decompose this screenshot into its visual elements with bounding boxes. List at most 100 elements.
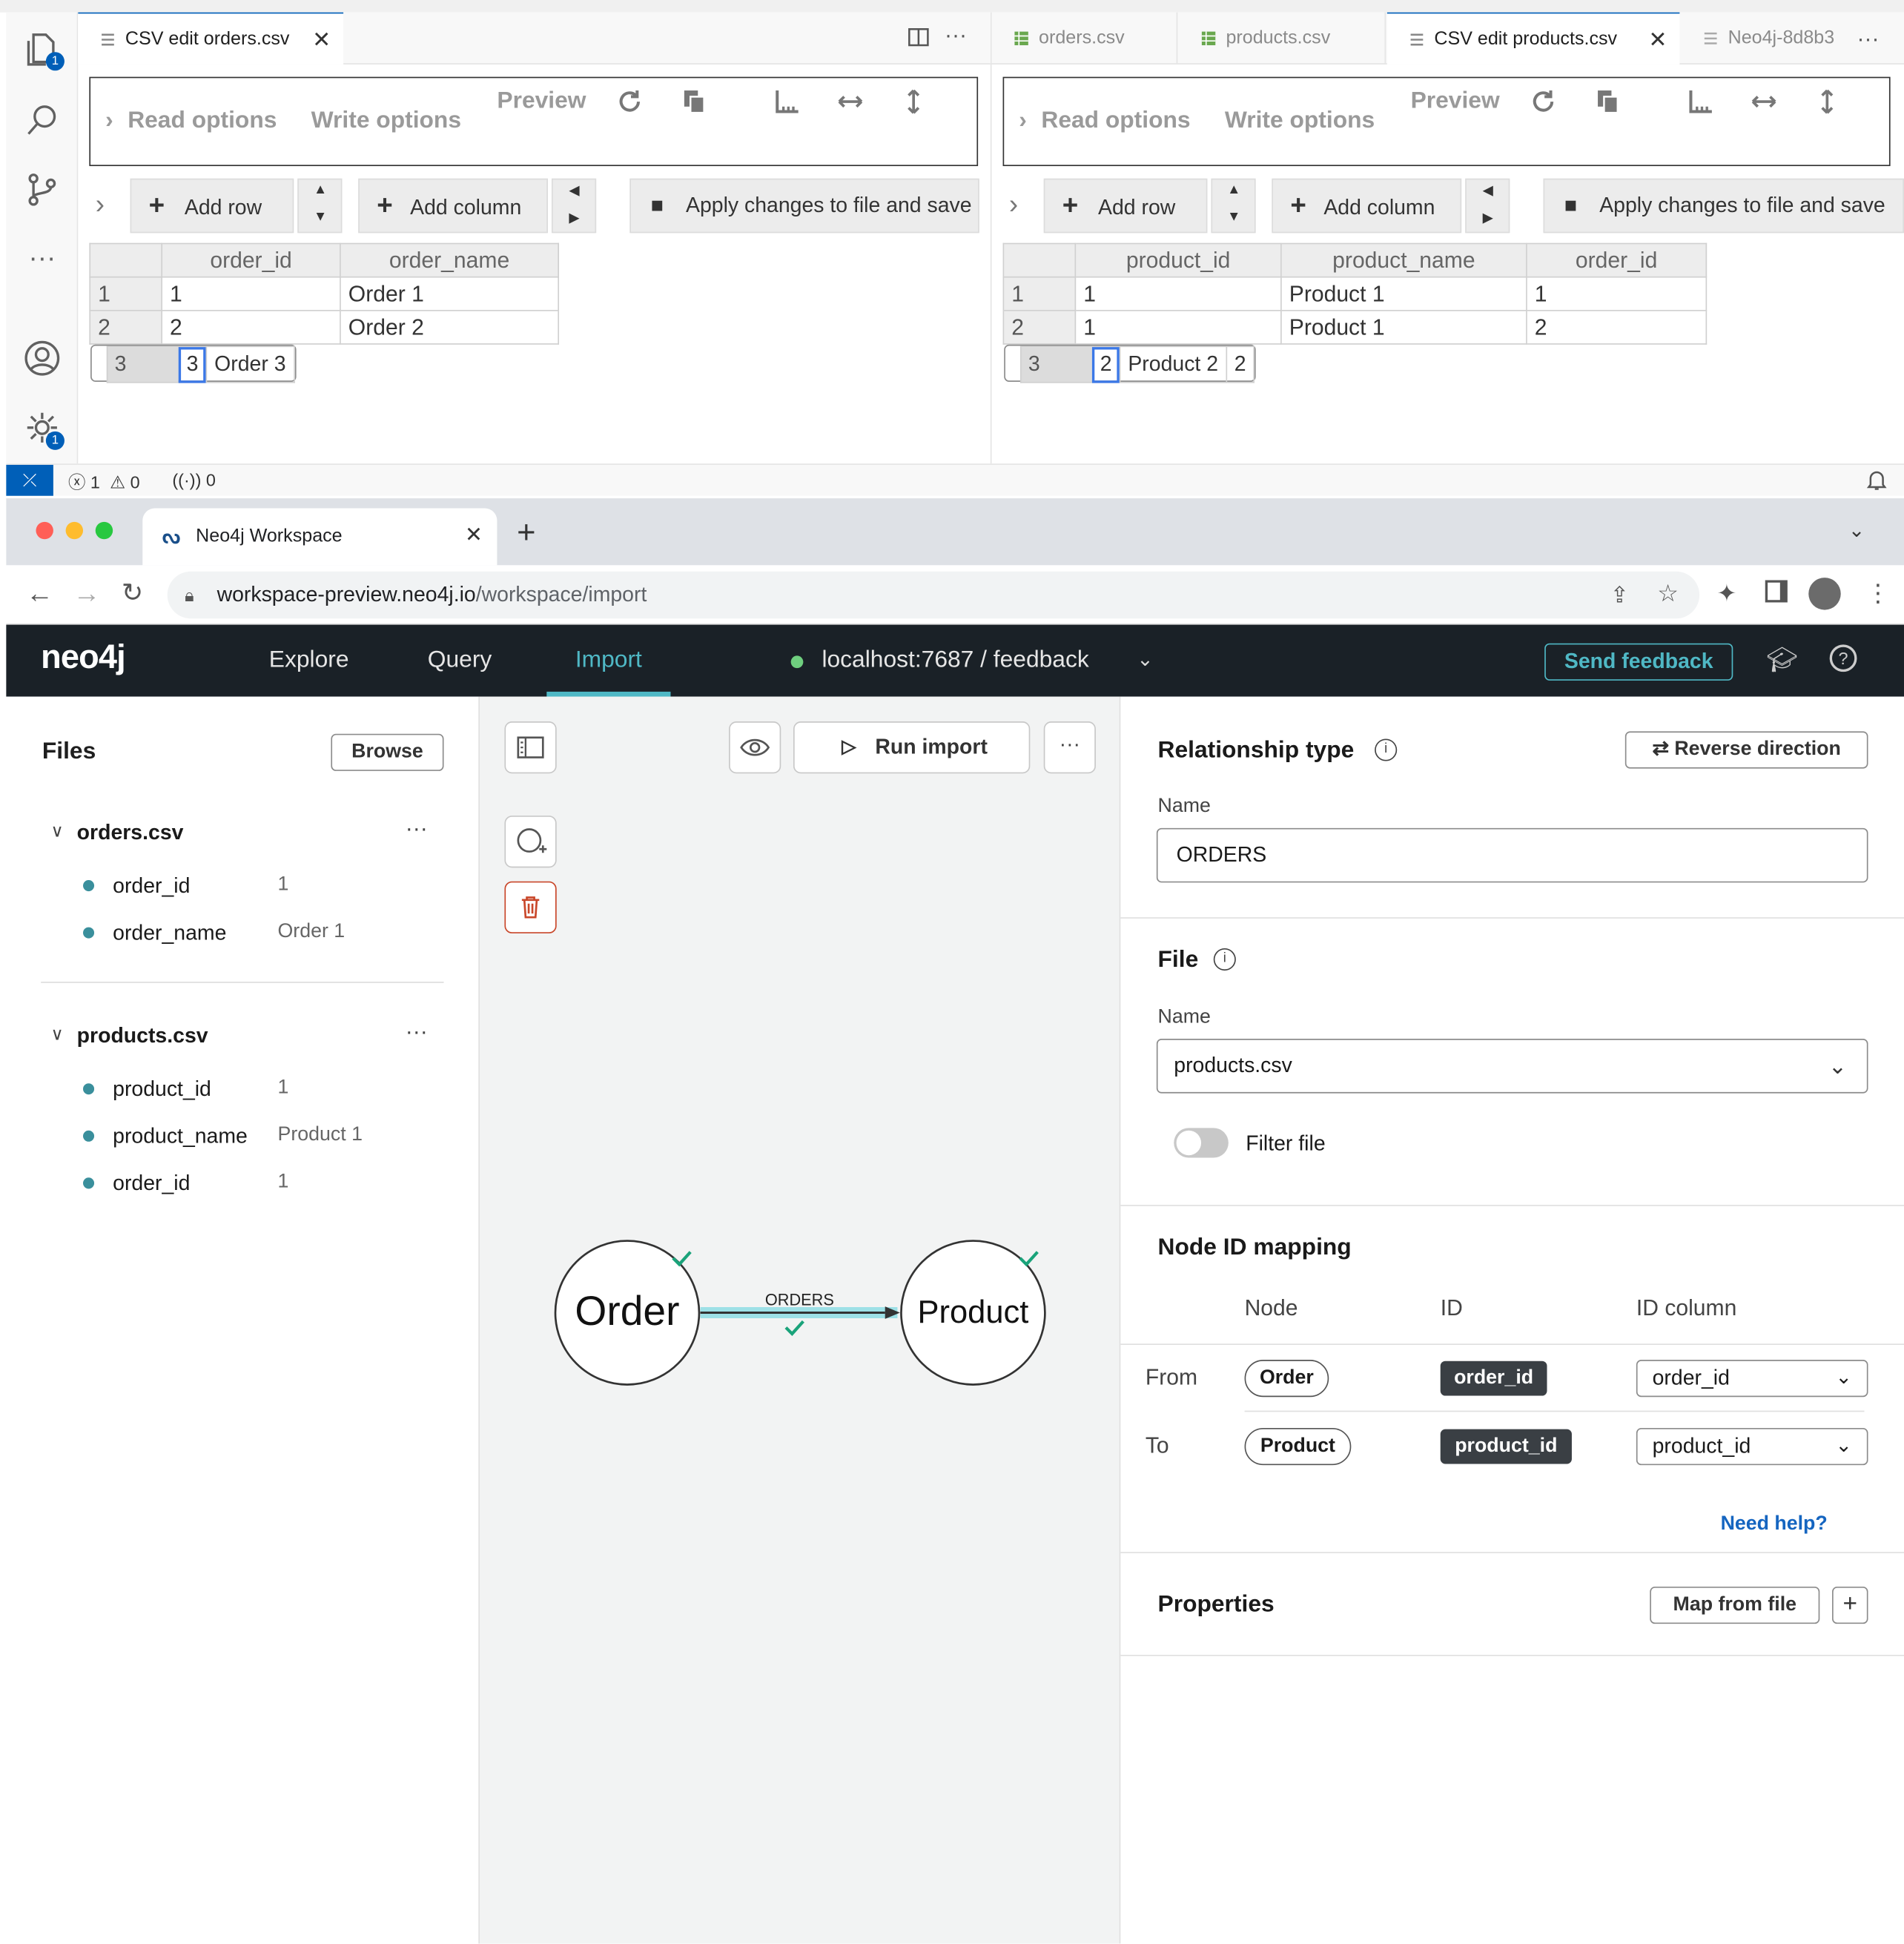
relationship-name-input[interactable]: ORDERS	[1156, 827, 1868, 883]
reload-icon[interactable]: ↻	[122, 578, 143, 609]
split-editor-icon[interactable]	[908, 26, 930, 48]
file-property-key[interactable]: product_id	[113, 1077, 211, 1102]
nav-import[interactable]: Import	[546, 625, 671, 697]
write-options-link[interactable]: Write options	[311, 108, 461, 135]
browser-tab-neo4j[interactable]: ᔓ Neo4j Workspace ✕	[142, 508, 498, 566]
file-select[interactable]: products.csv ⌄	[1156, 1039, 1868, 1094]
from-node-pill[interactable]: Order	[1244, 1360, 1329, 1398]
apply-changes-button[interactable]: ■ Apply changes to file and save	[1543, 178, 1904, 234]
ports-status[interactable]: ((·)) 0	[172, 470, 216, 490]
to-id-column-select[interactable]: product_id ⌄	[1636, 1428, 1868, 1466]
expand-horizontal-icon[interactable]	[837, 88, 865, 116]
help-icon[interactable]: ?	[1829, 644, 1857, 672]
share-icon[interactable]: ⇪	[1610, 572, 1629, 619]
grid-cell[interactable]: 1	[1526, 276, 1708, 311]
row-number[interactable]: 2	[1002, 309, 1077, 345]
grid-cell[interactable]: Order 1	[340, 276, 560, 311]
neo4j-logo[interactable]: neo4j	[41, 638, 126, 677]
new-tab-icon[interactable]: +	[517, 513, 535, 552]
side-panel-icon[interactable]	[1765, 580, 1788, 603]
expand-horizontal-icon[interactable]	[1751, 88, 1778, 116]
explorer-icon[interactable]: 1	[24, 30, 65, 71]
row-stepper[interactable]: ▲ ▼	[1211, 178, 1256, 234]
close-icon[interactable]: ✕	[1648, 13, 1667, 65]
collapse-chevron-icon[interactable]: ∨	[51, 821, 64, 842]
row-number[interactable]: 1	[89, 276, 163, 311]
column-header[interactable]: product_id	[1074, 242, 1282, 278]
toolbar-chevron-icon[interactable]: ›	[96, 188, 105, 220]
resize-columns-icon[interactable]	[773, 88, 801, 116]
search-icon[interactable]	[24, 102, 61, 139]
add-column-button[interactable]: + Add column	[358, 178, 548, 234]
preview-link[interactable]: Preview	[1411, 88, 1500, 116]
bell-icon[interactable]	[1866, 469, 1887, 491]
settings-gear-icon[interactable]: 1	[24, 409, 65, 450]
map-from-file-button[interactable]: Map from file	[1650, 1587, 1820, 1624]
editor-more-icon[interactable]: ···	[1857, 13, 1879, 65]
extensions-puzzle-icon[interactable]: ✦	[1717, 580, 1737, 608]
file-property-key[interactable]: order_id	[113, 874, 190, 899]
grid-cell[interactable]: 1	[1074, 309, 1282, 345]
filter-file-toggle[interactable]	[1174, 1128, 1229, 1158]
preview-link[interactable]: Preview	[497, 88, 586, 116]
row-stepper[interactable]: ▲ ▼	[297, 178, 343, 234]
read-options-link[interactable]: Read options	[128, 108, 277, 135]
tab-neo4j[interactable]: Neo4j-8d8b3 ···	[1681, 13, 1904, 65]
file-more-icon[interactable]: ···	[406, 816, 428, 842]
url-input[interactable]: 🔒︎ workspace-preview.neo4j.io/workspace/…	[167, 571, 1700, 619]
grid-cell-selected[interactable]: 3	[177, 346, 208, 383]
reverse-direction-button[interactable]: ⇄ Reverse direction	[1624, 731, 1868, 769]
write-options-link[interactable]: Write options	[1225, 108, 1375, 135]
nav-explore[interactable]: Explore	[269, 625, 349, 697]
remote-icon[interactable]: ⤫	[6, 464, 53, 496]
grid-cell[interactable]: 2	[161, 309, 341, 345]
problems-status[interactable]: ⓧ 1 ⚠ 0	[68, 470, 140, 495]
file-property-key[interactable]: product_name	[113, 1124, 248, 1148]
grid-cell[interactable]: Product 1	[1280, 276, 1527, 311]
zoom-window-button[interactable]	[95, 521, 113, 540]
grid-cell[interactable]: Product 1	[1280, 309, 1527, 345]
minimize-window-button[interactable]	[65, 521, 84, 540]
account-icon[interactable]	[24, 340, 61, 377]
grid-cell[interactable]: Product 2	[1119, 346, 1227, 383]
send-feedback-button[interactable]: Send feedback	[1544, 643, 1733, 681]
grid-cell[interactable]: 1	[1074, 276, 1282, 311]
column-header[interactable]: order_id	[161, 242, 341, 278]
expand-vertical-icon[interactable]	[1814, 88, 1841, 116]
add-column-button[interactable]: + Add column	[1272, 178, 1462, 234]
collapse-chevron-icon[interactable]: ∨	[51, 1024, 64, 1045]
chevron-down-icon[interactable]: ⌄	[1137, 647, 1153, 672]
close-tab-icon[interactable]: ✕	[465, 523, 483, 548]
nav-query[interactable]: Query	[428, 625, 492, 697]
column-header[interactable]: order_name	[340, 242, 560, 278]
close-window-button[interactable]	[36, 521, 53, 540]
row-number[interactable]: 3	[1019, 346, 1093, 383]
add-row-button[interactable]: + Add row	[130, 178, 294, 234]
tab-csv-edit-orders[interactable]: CSV edit orders.csv ✕	[78, 12, 344, 65]
model-canvas[interactable]: ▷ Run import ··· Order Product ORDERS	[480, 696, 1121, 1944]
copy-icon[interactable]	[1594, 88, 1622, 116]
row-number[interactable]: 3	[105, 346, 179, 383]
grid-cell[interactable]: 2	[1226, 346, 1255, 383]
editor-more-icon[interactable]: ···	[945, 22, 967, 48]
read-options-link[interactable]: Read options	[1041, 108, 1190, 135]
grid-cell[interactable]: Order 2	[340, 309, 560, 345]
file-name[interactable]: products.csv	[77, 1024, 208, 1048]
row-number[interactable]: 1	[1002, 276, 1077, 311]
chevron-right-icon[interactable]: ›	[1019, 108, 1027, 135]
add-row-button[interactable]: + Add row	[1043, 178, 1208, 234]
bookmark-star-icon[interactable]: ☆	[1657, 572, 1679, 619]
to-node-pill[interactable]: Product	[1244, 1428, 1352, 1466]
file-more-icon[interactable]: ···	[406, 1019, 428, 1045]
tab-products-csv[interactable]: products.csv	[1179, 12, 1386, 65]
add-property-plus-icon[interactable]: +	[1832, 1587, 1868, 1624]
profile-avatar[interactable]	[1808, 578, 1841, 610]
expand-vertical-icon[interactable]	[900, 88, 928, 116]
resize-columns-icon[interactable]	[1687, 88, 1714, 116]
forward-icon[interactable]: →	[73, 578, 101, 609]
column-header[interactable]: product_name	[1280, 242, 1527, 278]
file-property-key[interactable]: order_name	[113, 921, 226, 945]
tab-search-chevron-icon[interactable]: ⌄	[1848, 518, 1865, 543]
tab-csv-edit-products[interactable]: CSV edit products.csv ✕	[1386, 12, 1680, 65]
chevron-right-icon[interactable]: ›	[105, 108, 113, 135]
